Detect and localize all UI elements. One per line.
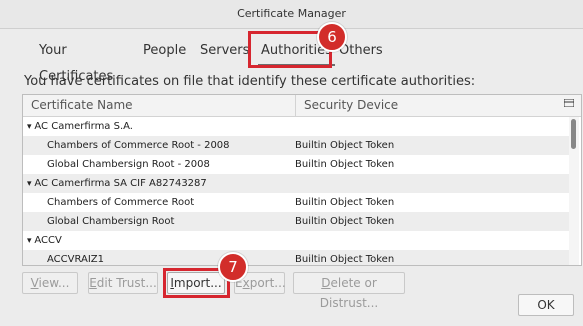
window-title: Certificate Manager: [237, 7, 346, 20]
view-button: View...: [22, 272, 78, 294]
edit-trust-button: Edit Trust...: [88, 272, 158, 294]
description-text: You have certificates on file that ident…: [24, 74, 476, 89]
certificate-table: Certificate Name Security Device ▾ AC Ca…: [22, 94, 582, 266]
edit-trust-label-rest: dit Trust...: [96, 276, 157, 290]
row-label: ACCVRAIZ1: [47, 254, 105, 265]
row-label: ACCV: [34, 235, 62, 246]
certificate-name-cell: ACCVRAIZ1: [47, 250, 105, 265]
edit-trust-mnemonic: E: [89, 276, 97, 290]
group-name-cell: ▾ AC Camerfirma S.A.: [27, 117, 133, 137]
scrollbar-thumb[interactable]: [571, 119, 576, 149]
tree-group-row[interactable]: ▾ AC Camerfirma SA CIF A82743287: [23, 174, 569, 193]
tab-people[interactable]: People: [140, 38, 189, 64]
certificate-name-cell: Global Chambersign Root: [47, 212, 174, 231]
certificate-name-cell: Chambers of Commerce Root: [47, 193, 194, 212]
column-header-security-device[interactable]: Security Device: [295, 95, 504, 116]
row-label: AC Camerfirma SA CIF A82743287: [34, 178, 207, 189]
table-row[interactable]: Chambers of Commerce Root Builtin Object …: [23, 193, 569, 212]
step-marker-7: 7: [218, 252, 248, 282]
view-mnemonic: V: [30, 276, 39, 290]
delete-or-distrust-button: Delete or Distrust...: [293, 272, 405, 310]
export-label-rest: port...: [249, 276, 286, 290]
tree-group-row[interactable]: ▾ AC Camerfirma S.A.: [23, 117, 569, 136]
row-label: Global Chambersign Root - 2008: [47, 159, 210, 170]
title-bar: Certificate Manager: [0, 0, 583, 29]
security-device-cell: Builtin Object Token: [295, 216, 395, 227]
group-name-cell: ▾ AC Camerfirma SA CIF A82743287: [27, 174, 207, 194]
row-label: Global Chambersign Root: [47, 216, 175, 227]
ok-button[interactable]: OK: [518, 294, 574, 316]
row-label: AC Camerfirma S.A.: [34, 121, 133, 132]
security-device-cell: Builtin Object Token: [295, 254, 395, 265]
tab-your-certificates[interactable]: Your Certificates: [36, 38, 116, 84]
row-label: Chambers of Commerce Root - 2008: [47, 140, 230, 151]
export-mnemonic: x: [242, 276, 250, 290]
certificate-name-cell: Global Chambersign Root - 2008: [47, 155, 210, 174]
table-row[interactable]: Chambers of Commerce Root - 2008 Builtin …: [23, 136, 569, 155]
table-row[interactable]: Global Chambersign Root - 2008 Builtin Ob…: [23, 155, 569, 174]
security-device-cell: Builtin Object Token: [295, 140, 395, 151]
certificate-name-cell: Chambers of Commerce Root - 2008: [47, 136, 230, 155]
table-scrollbar[interactable]: [569, 117, 579, 265]
row-label: Chambers of Commerce Root: [47, 197, 195, 208]
table-row[interactable]: ACCVRAIZ1 Builtin Object Token: [23, 250, 569, 265]
column-picker-icon[interactable]: [561, 97, 577, 113]
table-body: ▾ AC Camerfirma S.A. Chambers of Commerce…: [23, 117, 569, 265]
security-device-cell: Builtin Object Token: [295, 159, 395, 170]
table-header: Certificate Name Security Device: [23, 95, 581, 117]
tree-group-row[interactable]: ▾ ACCV: [23, 231, 569, 250]
security-device-cell: Builtin Object Token: [295, 197, 395, 208]
tab-servers[interactable]: Servers: [197, 38, 252, 64]
table-row[interactable]: Global Chambersign Root Builtin Object To…: [23, 212, 569, 231]
step-marker-6: 6: [317, 22, 347, 52]
view-label-rest: iew...: [38, 276, 70, 290]
group-name-cell: ▾ ACCV: [27, 231, 62, 251]
column-header-certificate-name[interactable]: Certificate Name: [31, 95, 133, 116]
